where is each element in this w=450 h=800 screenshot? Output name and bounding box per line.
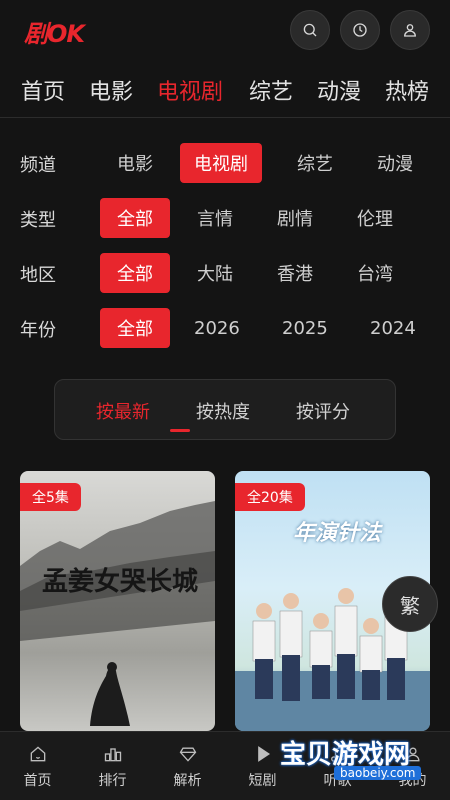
filter-row-channel: 频道 电影 电视剧 综艺 动漫 [0,143,450,183]
sort-bar: 按最新 按热度 按评分 [54,379,396,440]
tab-anime[interactable]: 动漫 [317,74,361,106]
tab-hot-list[interactable]: 热榜 [385,74,429,106]
episode-badge: 全20集 [235,483,305,511]
tab-movies[interactable]: 电影 [89,74,133,106]
filter-chip[interactable]: 台湾 [340,253,410,293]
traditional-chinese-toggle-button[interactable]: 繁 [382,576,438,632]
filter-row-year: 年份 全部 2026 2025 2024 [0,308,450,348]
watermark-url: baobeiy.com [334,766,422,780]
tab-tv-series[interactable]: 电视剧 [157,74,223,106]
diamond-icon [179,747,196,762]
filter-chip[interactable]: 动漫 [360,143,430,183]
sort-option-popular[interactable]: 按热度 [196,398,250,424]
sort-option-latest[interactable]: 按最新 [96,398,150,424]
play-icon [257,745,270,762]
filter-label: 年份 [20,320,56,341]
poster-title: 孟姜女哭长城 [42,567,199,597]
filter-chip[interactable]: 综艺 [280,143,350,183]
tab-variety[interactable]: 综艺 [249,74,293,106]
filter-label: 类型 [20,210,56,231]
search-button[interactable] [290,10,330,50]
episode-badge: 全5集 [20,483,81,511]
drama-card[interactable]: 全5集 孟姜女哭长城 [20,471,215,731]
filter-label: 地区 [20,265,56,286]
filter-row-region: 地区 全部 大陆 香港 台湾 [0,253,450,293]
poster-title: 年演针法 [293,521,382,546]
filter-row-genre: 类型 全部 言情 剧情 伦理 [0,198,450,238]
bottom-nav-home[interactable]: 首页 [0,732,75,800]
search-icon [303,23,317,37]
history-icon [353,23,367,37]
sort-option-rating[interactable]: 按评分 [296,398,350,424]
filter-chip[interactable]: 剧情 [260,198,330,238]
app-logo[interactable]: 剧OK [24,14,85,49]
filter-chip[interactable]: 电影 [100,143,170,183]
sort-active-indicator [170,429,190,432]
filter-label: 频道 [20,155,56,176]
filter-chip[interactable]: 言情 [180,198,250,238]
bottom-nav-ranking[interactable]: 排行 [75,732,150,800]
filter-chip-selected[interactable]: 全部 [100,308,170,348]
filter-chip-selected[interactable]: 全部 [100,253,170,293]
filter-chip[interactable]: 2024 [356,308,430,348]
app-header: 剧OK [0,0,450,62]
filter-chip-selected[interactable]: 全部 [100,198,170,238]
filter-chip-selected[interactable]: 电视剧 [180,143,262,183]
profile-button[interactable] [390,10,430,50]
watermark: 宝贝游戏网 baobeiy.com [280,728,450,780]
filter-chip[interactable]: 2025 [268,308,342,348]
user-icon [404,24,416,37]
ranking-icon [104,747,121,761]
filter-chip[interactable]: 大陆 [180,253,250,293]
filter-chip[interactable]: 2026 [180,308,254,348]
bottom-nav-analysis[interactable]: 解析 [150,732,225,800]
filter-chip[interactable]: 香港 [260,253,330,293]
filter-chip[interactable]: 伦理 [340,198,410,238]
category-tabs: 首页 电影 电视剧 综艺 动漫 热榜 [0,62,450,118]
tab-home[interactable]: 首页 [21,74,65,106]
home-icon [30,745,45,761]
history-button[interactable] [340,10,380,50]
